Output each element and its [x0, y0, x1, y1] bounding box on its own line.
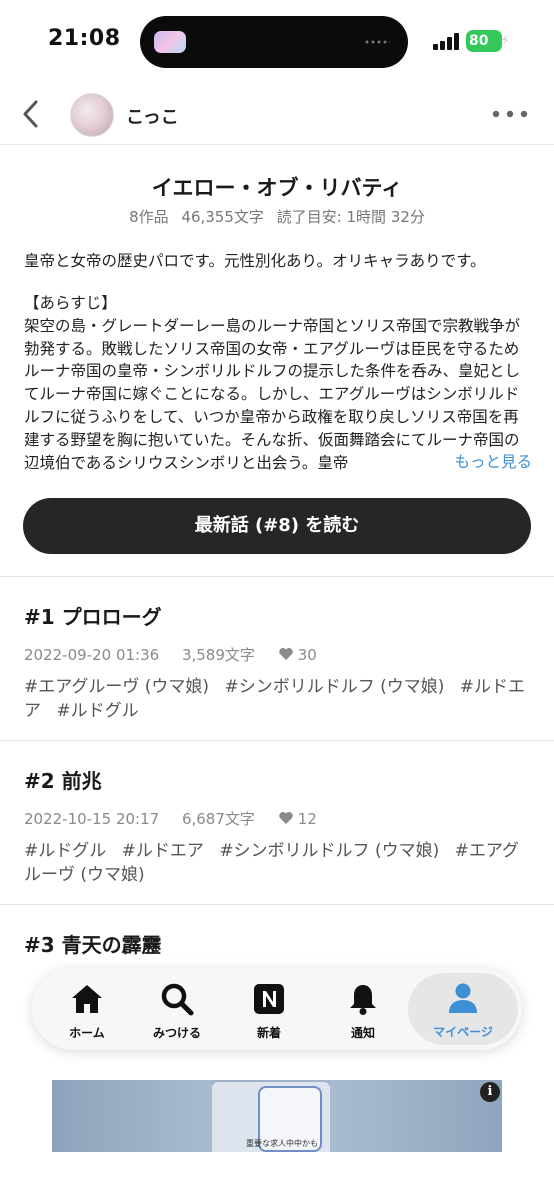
synopsis: 【あらすじ】 架空の島・グレートダーレー島のルーナ帝国とソリス帝国で宗教戦争が勃… [24, 292, 530, 474]
synopsis-heading: 【あらすじ】 [24, 294, 117, 312]
like-count: 12 [297, 810, 317, 828]
episode-chars: 6,687文字 [181, 810, 255, 828]
tab-new[interactable]: 新着 [224, 974, 314, 1044]
tag-link[interactable]: #ルドグル [24, 841, 106, 861]
ad-info-icon[interactable]: i [480, 1082, 500, 1102]
like-count: 30 [297, 646, 317, 664]
series-meta: 8作品 46,355文字 読了目安: 1時間 32分 [0, 206, 554, 227]
char-count: 46,355文字 [181, 208, 264, 226]
episode-meta: 2022-10-15 20:17 6,687文字 12 [24, 808, 530, 829]
divider [0, 904, 554, 905]
read-latest-button[interactable]: 最新話 (#8) を読む [23, 498, 531, 554]
episode-tags: #エアグルーヴ (ウマ娘) #シンボリルドルフ (ウマ娘) #ルドエア #ルドグ… [24, 675, 530, 723]
tag-link[interactable]: #シンボリルドルフ (ウマ娘) [219, 841, 439, 861]
bell-icon [350, 985, 376, 1015]
read-more-link[interactable]: もっと見る [454, 453, 532, 471]
heart-icon [278, 812, 293, 824]
header: こっこ [0, 84, 554, 145]
tab-label: みつける [152, 1026, 201, 1040]
series-title: イエロー・オブ・リバティ [151, 176, 403, 200]
audio-wave-icon [364, 40, 390, 44]
read-more-container: もっと見る [412, 450, 532, 474]
episode-item[interactable]: #1 プロローグ 2022-09-20 01:36 3,589文字 30 #エア… [24, 601, 530, 723]
battery-level: 80 [469, 33, 489, 49]
episode-title[interactable]: #1 プロローグ [24, 601, 530, 630]
status-bar: 21:08 80 ⚡ [0, 0, 554, 84]
author-name[interactable]: こっこ [126, 103, 179, 129]
tab-label: ホーム [69, 1026, 105, 1040]
home-icon [72, 985, 102, 1013]
ad-background [330, 1080, 502, 1152]
tab-home[interactable]: ホーム [42, 974, 132, 1044]
tab-notifications[interactable]: 通知 [318, 974, 408, 1044]
work-count: 8作品 [129, 208, 169, 226]
episode-date: 2022-10-15 20:17 [24, 810, 160, 828]
episode-date: 2022-09-20 01:36 [24, 646, 160, 664]
dynamic-island [140, 16, 408, 68]
battery-icon: 80 ⚡ [466, 30, 510, 52]
bottom-tab-bar: ホーム みつける 新着 通知 マイページ [32, 968, 522, 1050]
search-icon [161, 983, 194, 1016]
episode-likes: 30 [278, 646, 335, 664]
person-icon [449, 983, 477, 1013]
read-time: 読了目安: 1時間 32分 [276, 208, 425, 226]
tab-label: マイページ [433, 1025, 493, 1039]
tag-link[interactable]: #シンボリルドルフ (ウマ娘) [224, 677, 444, 697]
tag-link[interactable]: #エアグルーヴ (ウマ娘) [24, 677, 209, 697]
heart-icon [278, 648, 293, 660]
tab-discover[interactable]: みつける [132, 974, 222, 1044]
ad-banner[interactable]: 重要な求人中中かも i [52, 1080, 502, 1152]
series-summary: 皇帝と女帝の歴史パロです。元性別化あり。オリキャラありです。 [24, 252, 486, 270]
episode-chars: 3,589文字 [181, 646, 255, 664]
ad-caption: 重要な求人中中かも [246, 1139, 318, 1148]
ad-background [52, 1080, 212, 1152]
divider [0, 576, 554, 577]
new-icon [254, 984, 284, 1014]
status-time: 21:08 [48, 26, 121, 51]
episode-title[interactable]: #2 前兆 [24, 765, 530, 794]
tab-mypage[interactable]: マイページ [408, 973, 518, 1045]
now-playing-thumbnail [154, 31, 186, 53]
tag-link[interactable]: #ルドグル [56, 701, 138, 721]
episode-item[interactable]: #2 前兆 2022-10-15 20:17 6,687文字 12 #ルドグル … [24, 765, 530, 887]
episode-tags: #ルドグル #ルドエア #シンボリルドルフ (ウマ娘) #エアグルーヴ (ウマ娘… [24, 839, 530, 887]
tag-link[interactable]: #ルドエア [122, 841, 204, 861]
episode-item[interactable]: #3 青天の霹靂 [24, 929, 530, 958]
episode-meta: 2022-09-20 01:36 3,589文字 30 [24, 644, 530, 665]
back-icon[interactable] [20, 98, 44, 130]
author-avatar[interactable] [70, 93, 114, 137]
tab-label: 通知 [350, 1026, 375, 1040]
episode-title[interactable]: #3 青天の霹靂 [24, 929, 530, 958]
tab-label: 新着 [256, 1026, 281, 1040]
episode-likes: 12 [278, 810, 335, 828]
signal-icon [433, 32, 461, 50]
more-options-icon[interactable] [492, 110, 528, 118]
divider [0, 740, 554, 741]
